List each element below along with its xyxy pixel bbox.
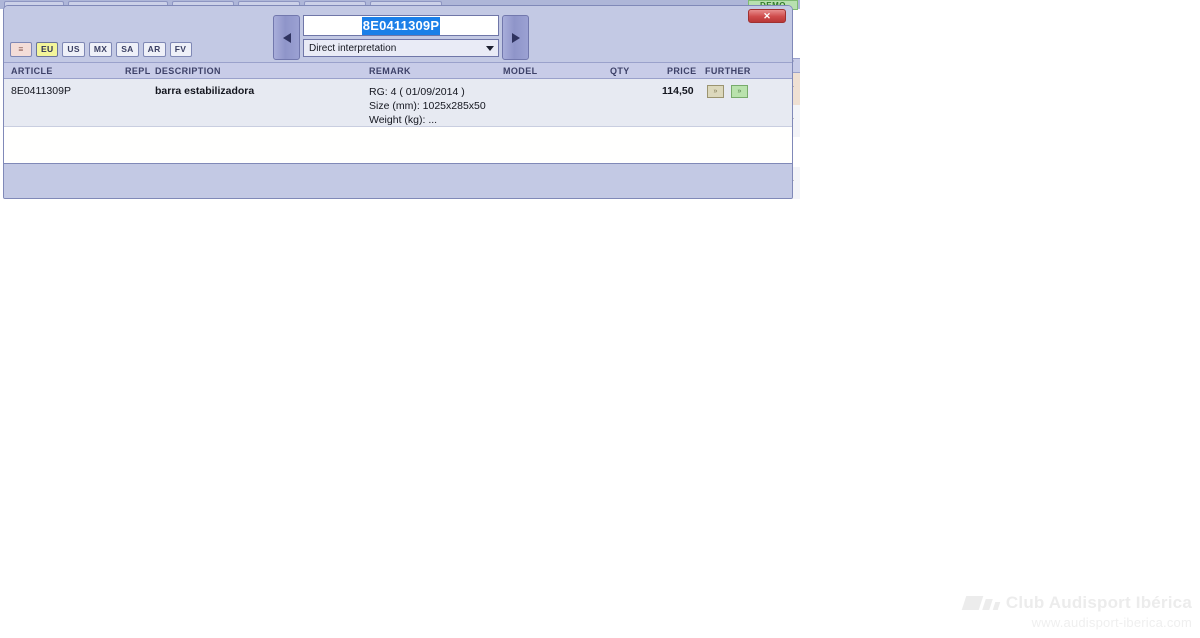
further-button-info[interactable]: » [707,85,724,98]
region-button-menu[interactable]: ≡ [10,42,32,57]
table-header: ARTICLE REPL DESCRIPTION REMARK MODEL QT… [4,62,792,79]
window-footer [4,163,792,198]
remark-line-2: Size (mm): 1025x285x50 [369,100,486,112]
watermark: Club Audisport Ibérica www.audisport-ibe… [942,593,1192,630]
remark-line-1: RG: 4 ( 01/09/2014 ) [369,86,465,98]
further-button-detail[interactable]: » [731,85,748,98]
watermark-url: www.audisport-iberica.com [1031,615,1192,630]
region-button-ar[interactable]: AR [142,42,166,57]
column-header-remark[interactable]: REMARK [369,66,411,76]
search-stack: 8E0411309P Direct interpretation [303,15,499,60]
next-arrow-icon[interactable] [502,15,529,60]
watermark-title: Club Audisport Ibérica [1005,593,1192,612]
cell-description: barra estabilizadora [155,85,255,97]
remark-line-3: Weight (kg): ... [369,114,438,126]
column-header-repl[interactable]: REPL [125,66,151,76]
region-selector: ≡ EU US MX SA AR FV [10,42,192,57]
interpretation-select-value: Direct interpretation [309,42,397,54]
column-header-article[interactable]: ARTICLE [11,66,53,76]
close-button[interactable]: ✕ [748,9,786,23]
search-cluster: 8E0411309P Direct interpretation [273,15,529,60]
region-button-eu[interactable]: EU [36,42,59,57]
region-button-sa[interactable]: SA [116,42,139,57]
catalog-window: ✕ ≡ EU US MX SA AR FV 8E0411309P Direct … [3,5,793,199]
region-button-mx[interactable]: MX [88,42,113,57]
watermark-title-row: Club Audisport Ibérica [942,593,1192,613]
region-button-us[interactable]: US [62,42,85,57]
column-header-further[interactable]: FURTHER [705,66,751,76]
column-header-price[interactable]: PRICE [667,66,697,76]
region-button-fv[interactable]: FV [169,42,192,57]
previous-arrow-icon[interactable] [273,15,300,60]
table-row-empty [4,127,792,164]
triangle-right-icon [511,32,520,43]
column-header-model[interactable]: MODEL [503,66,538,76]
search-input-value: 8E0411309P [361,16,441,35]
cell-price: 114,50 [662,85,694,97]
interpretation-select[interactable]: Direct interpretation [303,39,499,57]
triangle-left-icon [282,32,291,43]
chevron-down-icon [486,45,494,51]
screen: DEMO T 1 1 1 ✕ ≡ EU US MX SA AR FV [0,0,1200,638]
toolbar: ✕ ≡ EU US MX SA AR FV 8E0411309P Direct … [4,6,792,62]
table-row[interactable]: 8E0411309P barra estabilizadora RG: 4 ( … [4,79,792,127]
audisport-logo-icon [961,596,1001,610]
table-body: 8E0411309P barra estabilizadora RG: 4 ( … [4,79,792,164]
column-header-qty[interactable]: QTY [610,66,630,76]
cell-remark: RG: 4 ( 01/09/2014 ) Size (mm): 1025x285… [369,85,486,127]
column-header-description[interactable]: DESCRIPTION [155,66,221,76]
search-input[interactable]: 8E0411309P [303,15,499,36]
cell-article: 8E0411309P [11,85,71,97]
